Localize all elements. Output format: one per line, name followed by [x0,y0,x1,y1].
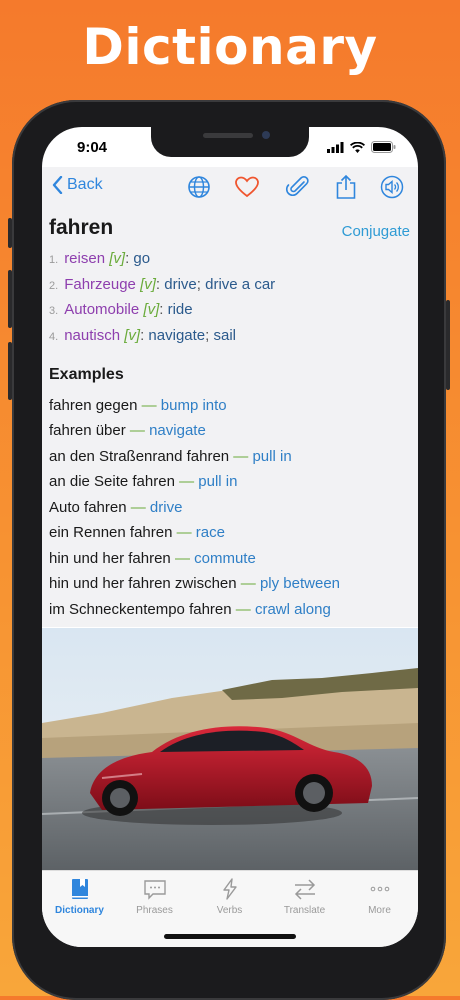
sense-domain[interactable]: reisen [64,250,105,267]
book-icon [71,879,88,899]
back-button[interactable]: Back [52,176,103,194]
example-item[interactable]: im Schneckentempo fahren — crawl along [49,601,331,618]
volume-up-button [8,270,12,328]
tab-dictionary[interactable]: Dictionary [42,877,117,916]
example-item[interactable]: an die Seite fahren — pull in [49,473,237,490]
tab-phrases[interactable]: Phrases [117,877,192,916]
speaker-icon[interactable] [379,174,405,200]
wifi-icon [350,141,365,153]
conjugate-button[interactable]: Conjugate [342,223,410,240]
sense-domain[interactable]: Automobile [64,301,139,318]
example-item[interactable]: Auto fahren — drive [49,499,182,516]
notch [151,127,309,157]
paperclip-icon[interactable] [285,174,311,200]
mute-switch [8,218,12,248]
chat-icon [143,880,166,900]
entry-content: fahren Conjugate 1. reisen [v]: go 2. Fahr… [42,207,418,627]
sense-item: 2. Fahrzeuge [v]: drive; drive a car [49,276,276,293]
home-indicator[interactable] [164,934,296,939]
signal-icon [327,141,344,153]
translation-link[interactable]: ride [168,301,193,318]
translation-link[interactable]: navigate [148,327,205,344]
more-dots-icon [370,886,389,892]
sense-domain[interactable]: nautisch [64,327,120,344]
examples-title: Examples [49,366,124,383]
red-sports-car-image [42,628,418,870]
globe-icon[interactable] [186,174,212,200]
bolt-icon [222,878,237,900]
swap-arrows-icon [294,879,315,900]
translation-link[interactable]: drive a car [205,276,275,293]
app-screen: 9:04 Back fahren Conjugate 1. reisen [v]:… [42,127,418,947]
example-item[interactable]: fahren gegen — bump into [49,397,227,414]
sense-domain[interactable]: Fahrzeuge [64,276,136,293]
tab-translate[interactable]: Translate [267,877,342,916]
example-item[interactable]: fahren über — navigate [49,422,206,439]
sense-item: 3. Automobile [v]: ride [49,301,193,318]
share-icon[interactable] [333,174,359,200]
example-item[interactable]: hin und her fahren — commute [49,550,256,567]
volume-down-button [8,342,12,400]
entry-photo [42,628,418,870]
example-item[interactable]: hin und her fahren zwischen — ply betwee… [49,575,340,592]
headword: fahren [49,216,114,239]
status-time: 9:04 [77,139,108,156]
sense-item: 1. reisen [v]: go [49,250,151,267]
example-item[interactable]: ein Rennen fahren — race [49,524,225,541]
translation-link[interactable]: go [133,250,150,267]
heart-icon[interactable] [234,174,260,200]
example-item[interactable]: an den Straßenrand fahren — pull in [49,448,292,465]
tab-verbs[interactable]: Verbs [192,877,267,916]
chevron-left-icon [52,176,63,194]
translation-link[interactable]: sail [213,327,236,344]
back-label: Back [67,176,103,193]
sense-item: 4. nautisch [v]: navigate; sail [49,327,236,344]
navigation-bar: Back [42,167,418,207]
battery-icon [371,141,396,153]
tab-more[interactable]: More [342,877,417,916]
translation-link[interactable]: drive [164,276,197,293]
headline: Dictionary [82,18,378,76]
power-button [446,300,450,390]
